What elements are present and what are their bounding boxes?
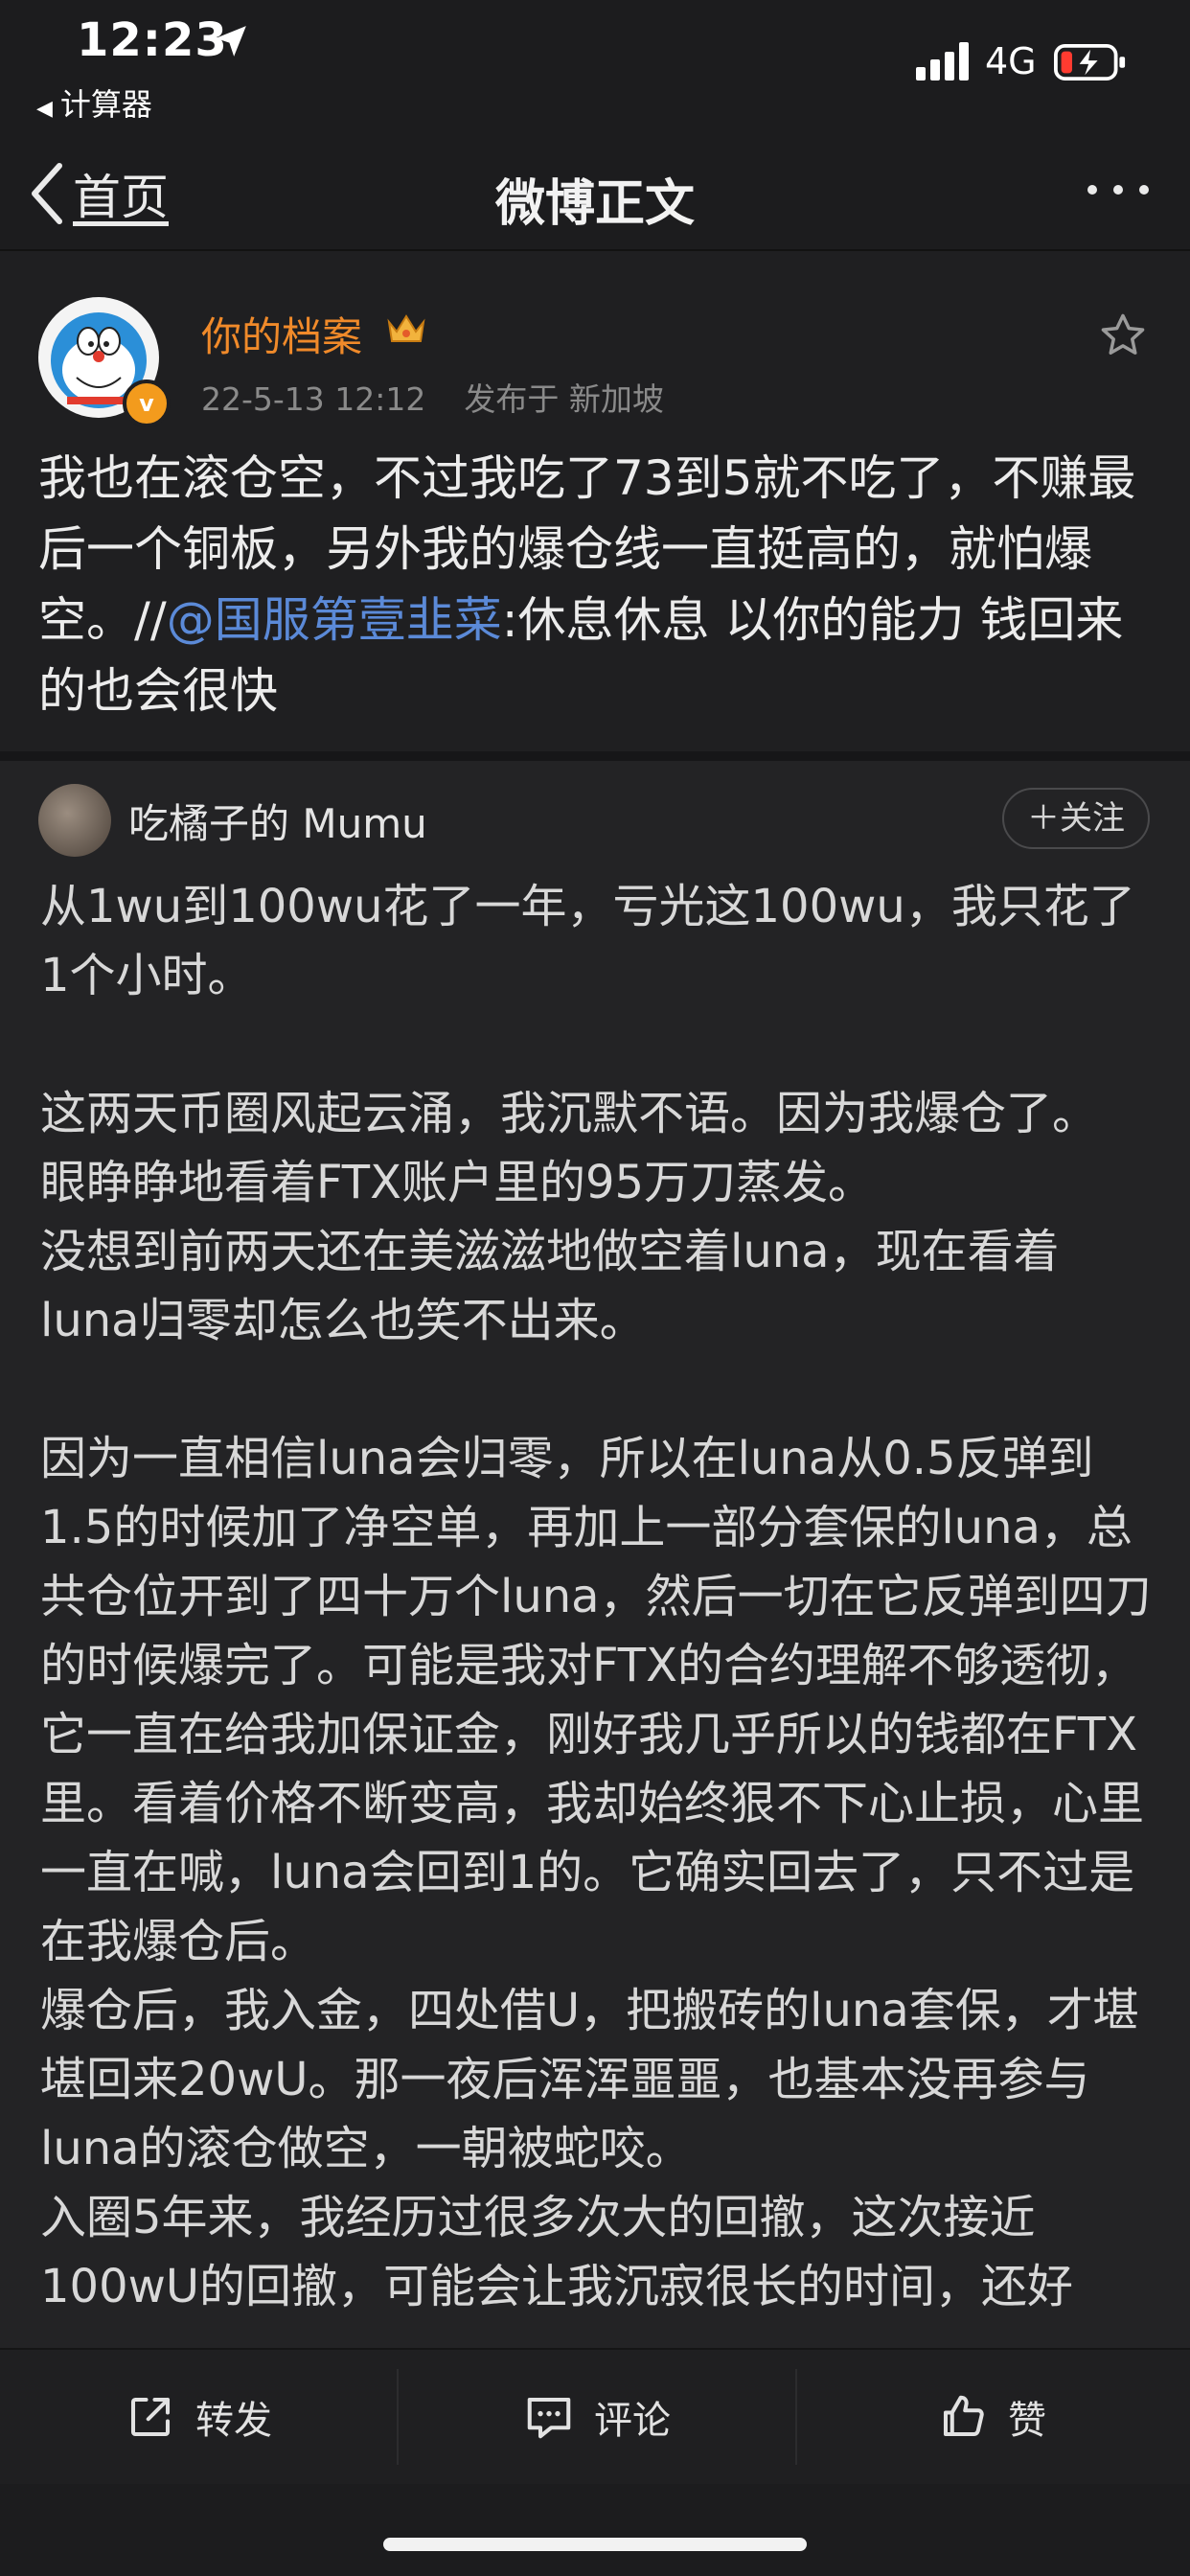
- author-name[interactable]: 你的档案: [201, 305, 362, 363]
- battery-charging-icon: [1054, 44, 1126, 80]
- comment-icon: [527, 2397, 571, 2439]
- network-type: 4G: [985, 40, 1037, 82]
- verified-badge-icon: v: [123, 380, 171, 427]
- original-post-card[interactable]: 吃橘子的 Mumu ＋关注 从1wu到100wu花了一年，亏光这100wu，我只…: [0, 761, 1190, 2348]
- like-label: 赞: [1008, 2399, 1046, 2443]
- paragraph: 因为一直相信luna会归零，所以在luna从0.5反弹到1.5的时候加了净空单，…: [40, 1432, 1152, 1968]
- comment-label: 评论: [594, 2399, 671, 2443]
- back-to-app-link[interactable]: ◀ 计算器: [36, 80, 152, 125]
- action-bar: 转发 评论 赞: [0, 2348, 1190, 2484]
- paragraph: 从1wu到100wu花了一年，亏光这100wu，我只花了1个小时。: [40, 880, 1135, 1002]
- post-meta: 22-5-13 12:12 发布于 新加坡: [201, 374, 664, 420]
- crown-icon: [387, 314, 425, 342]
- status-time: 12:23: [77, 13, 228, 67]
- navigation-bar: 首页 微博正文: [0, 134, 1190, 251]
- back-triangle-icon: ◀: [36, 97, 53, 121]
- original-author-name[interactable]: 吃橘子的 Mumu: [128, 792, 427, 850]
- repost-icon: [130, 2397, 171, 2437]
- paragraph: 眼睁睁地看着FTX账户里的95万刀蒸发。: [40, 1156, 875, 1209]
- paragraph: 爆仓后，我入金，四处借U，把搬砖的luna套保，才堪堪回来20wU。那一夜后浑浑…: [40, 1984, 1139, 2175]
- post-location: 发布于 新加坡: [464, 380, 664, 418]
- mention-link[interactable]: @国服第壹韭菜: [167, 592, 502, 648]
- comment-button[interactable]: 评论: [397, 2369, 797, 2465]
- page-title: 微博正文: [494, 175, 695, 233]
- follow-button[interactable]: ＋关注: [1002, 788, 1150, 849]
- like-button[interactable]: 赞: [793, 2350, 1190, 2484]
- repost-label: 转发: [195, 2399, 272, 2443]
- repost-card: v 你的档案 22-5-13 12:12 发布于 新加坡 我也在滚仓空，不过我吃了…: [0, 251, 1190, 751]
- location-arrow-icon: [216, 26, 246, 57]
- cellular-signal-icon: [916, 42, 969, 80]
- paragraph: 没想到前两天还在美滋滋地做空着luna，现在看着luna归零却怎么也笑不出来。: [40, 1225, 1060, 1347]
- original-author-avatar[interactable]: [38, 784, 111, 857]
- thumbs-up-icon: [943, 2395, 984, 2437]
- status-bar: 12:23 ◀ 计算器 4G: [0, 0, 1190, 134]
- back-app-label: 计算器: [59, 86, 152, 123]
- original-post-body: 从1wu到100wu花了一年，亏光这100wu，我只花了1个小时。 这两天币圈风…: [40, 872, 1152, 2321]
- repost-button[interactable]: 转发: [0, 2350, 397, 2484]
- paragraph: 这两天币圈风起云涌，我沉默不语。因为我爆仓了。: [40, 1087, 1099, 1140]
- more-options-icon[interactable]: [1085, 180, 1152, 199]
- post-date: 22-5-13 12:12: [201, 380, 426, 418]
- section-divider: [0, 751, 1190, 761]
- post-body: 我也在滚仓空，不过我吃了73到5就不吃了，不赚最后一个铜板，另外我的爆仓线一直挺…: [38, 443, 1150, 726]
- home-indicator[interactable]: [383, 2538, 807, 2551]
- favorite-star-icon[interactable]: [1098, 310, 1148, 360]
- paragraph: 入圈5年来，我经历过很多次大的回撤，这次接近100wU的回撤，可能会让我沉寂很长…: [40, 2191, 1074, 2313]
